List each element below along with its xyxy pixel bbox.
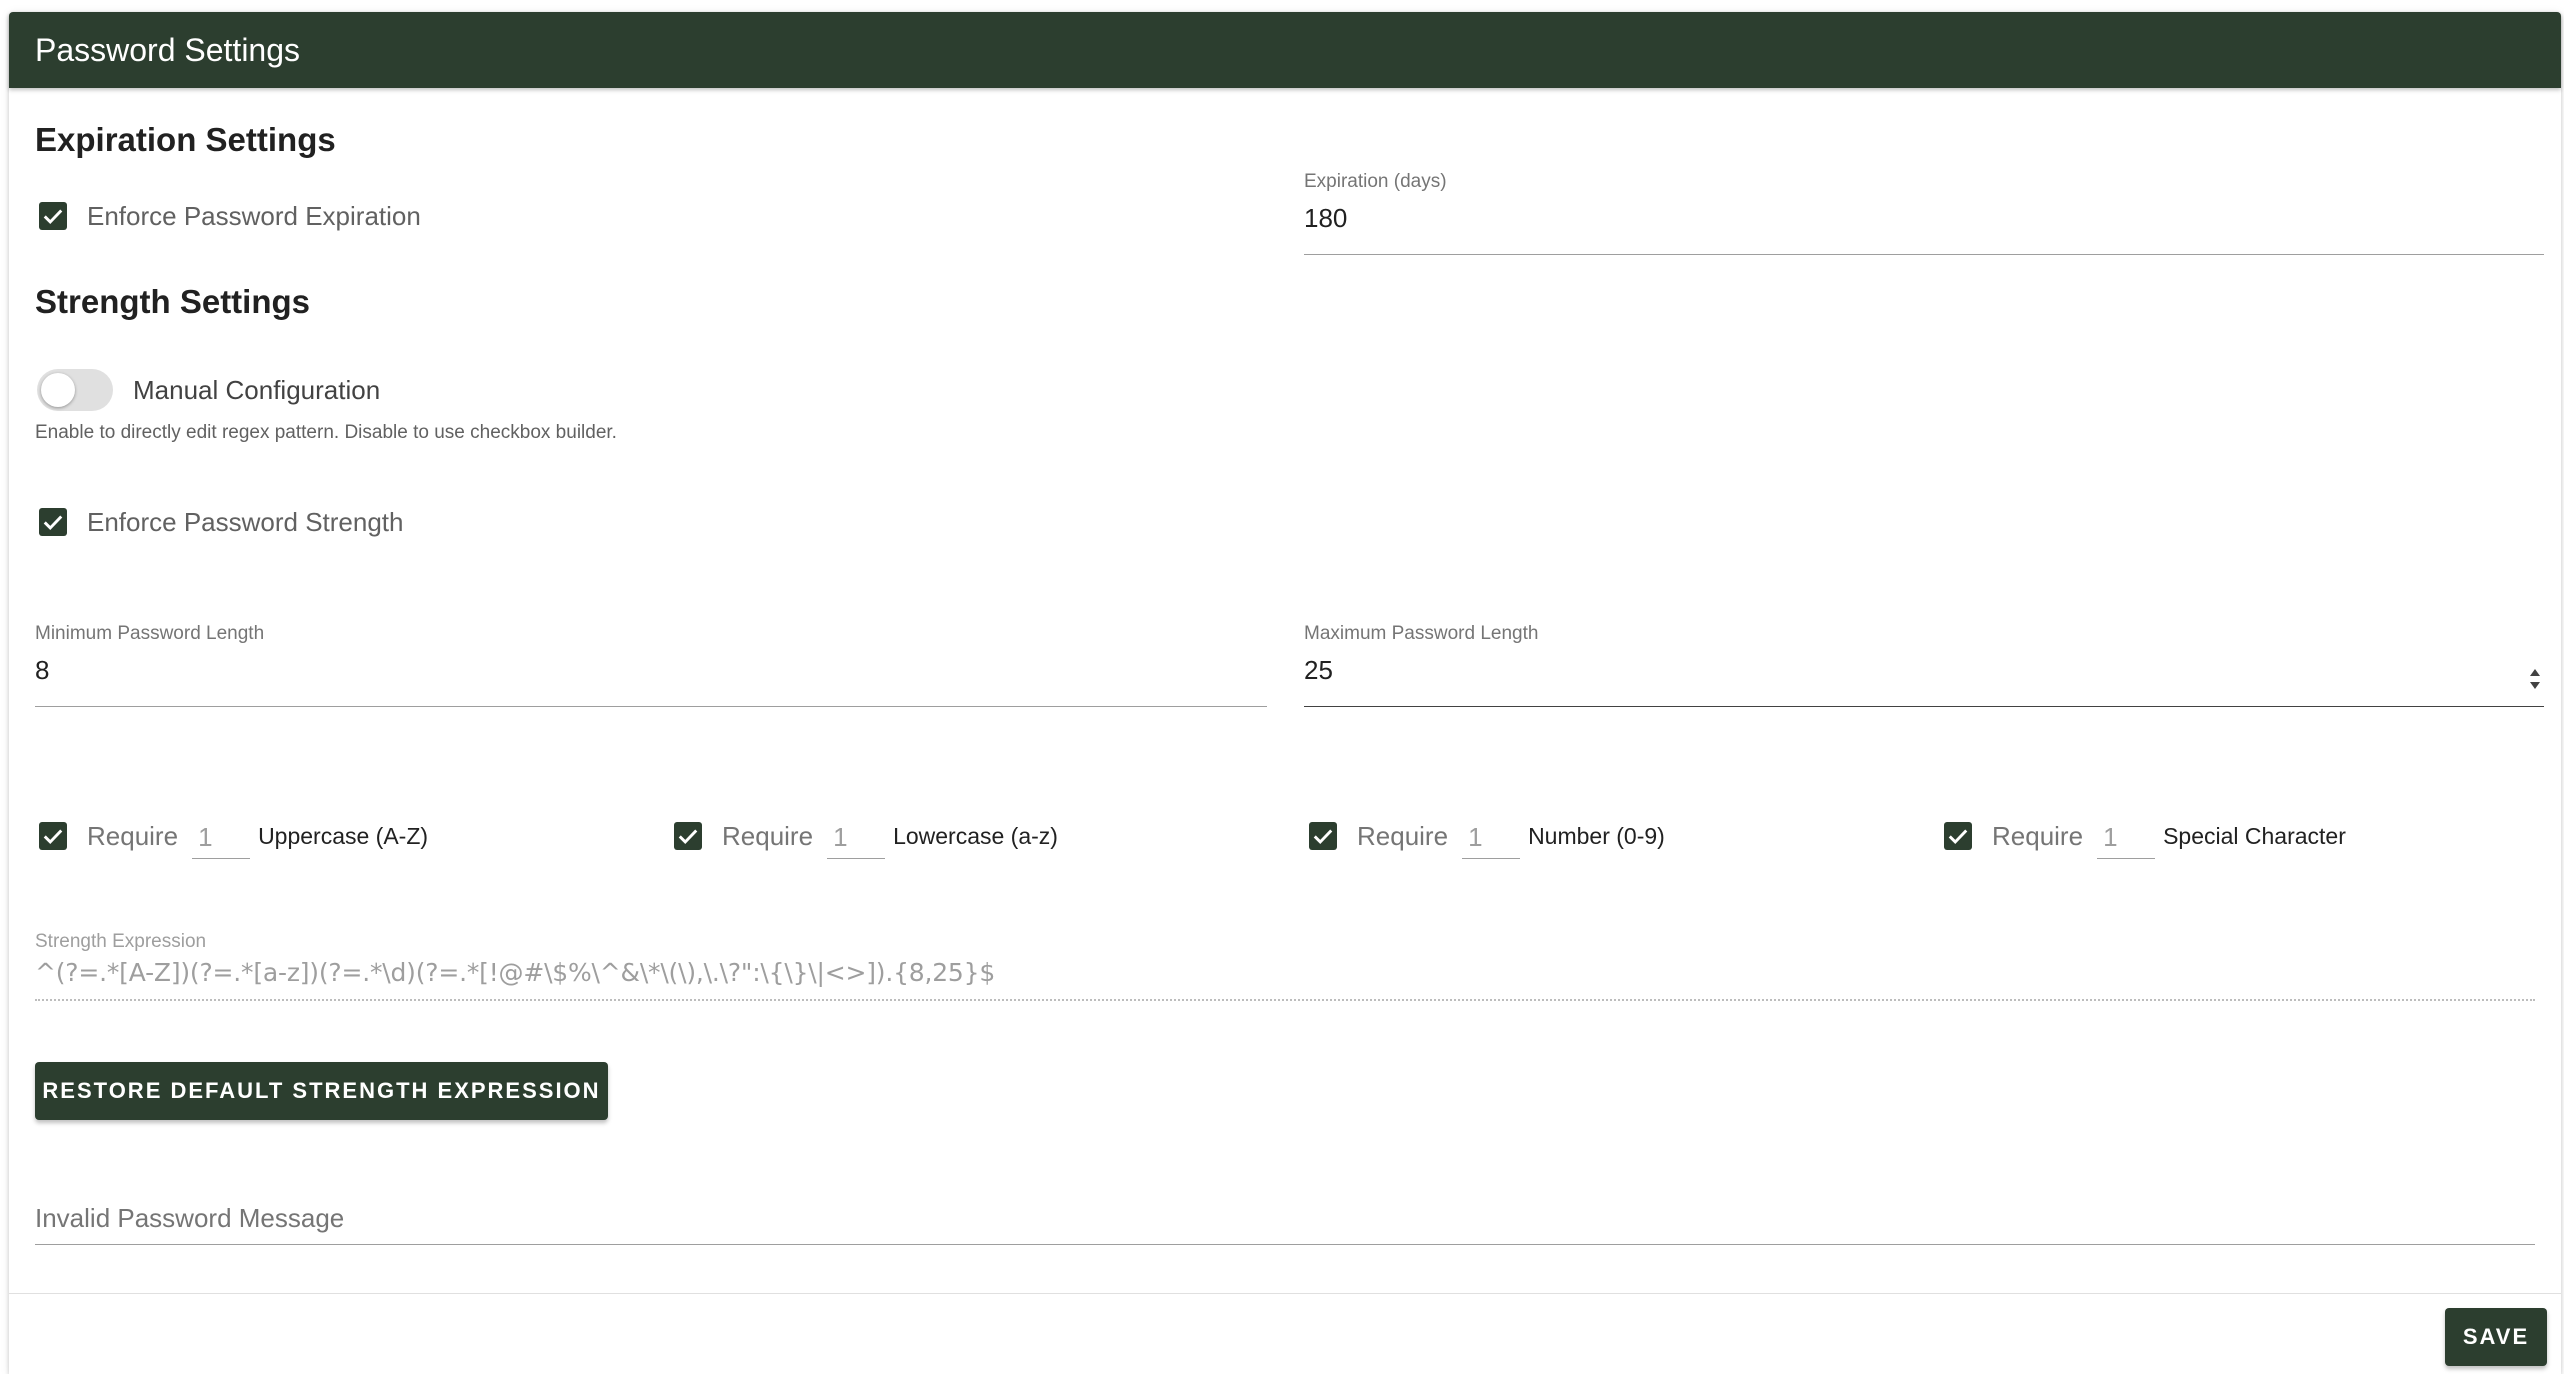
require-number-checkbox[interactable] <box>1309 822 1337 850</box>
min-length-underline <box>35 706 1267 707</box>
require-label: Require <box>722 821 814 851</box>
check-icon <box>678 829 698 845</box>
check-icon <box>43 515 63 531</box>
check-icon <box>1313 829 1333 845</box>
invalid-message-underline <box>35 1244 2535 1245</box>
special-count-input[interactable]: 1 <box>2097 813 2156 859</box>
strength-expression-label: Strength Expression <box>35 931 207 952</box>
enforce-strength-checkbox[interactable] <box>39 508 67 536</box>
check-icon <box>1948 829 1968 845</box>
strength-section-title: Strength Settings <box>35 283 311 320</box>
require-label: Require <box>87 821 179 851</box>
manual-configuration-hint: Enable to directly edit regex pattern. D… <box>35 422 617 443</box>
expiration-section-title: Expiration Settings <box>35 121 336 158</box>
require-label: Require <box>1357 821 1449 851</box>
require-uppercase-checkbox[interactable] <box>39 822 67 850</box>
check-icon <box>43 209 63 225</box>
strength-expression-input: ^(?=.*[A-Z])(?=.*[a-z])(?=.*\d)(?=.*[!@#… <box>35 958 996 987</box>
special-type-label: Special Character <box>2163 823 2346 849</box>
max-length-field[interactable]: Maximum Password Length 25 <box>1304 622 2544 708</box>
spin-arrows-icon[interactable] <box>2528 664 2542 694</box>
enforce-expiration-checkbox-row[interactable]: Enforce Password Expiration <box>39 200 421 232</box>
enforce-expiration-label: Enforce Password Expiration <box>87 201 421 231</box>
number-type-label: Number (0-9) <box>1528 823 1665 849</box>
require-lowercase-group: Require 1 Lowercase (a-z) <box>674 812 1058 860</box>
require-number-group: Require 1 Number (0-9) <box>1309 812 1665 860</box>
require-label: Require <box>1992 821 2084 851</box>
require-special-checkbox[interactable] <box>1944 822 1972 850</box>
manual-configuration-label: Manual Configuration <box>133 375 381 405</box>
toggle-knob <box>41 373 75 407</box>
expiration-days-input[interactable]: 180 <box>1304 200 2544 236</box>
save-button[interactable]: SAVE <box>2445 1308 2547 1366</box>
max-length-input[interactable]: 25 <box>1304 652 2544 688</box>
max-length-underline <box>1304 706 2544 707</box>
uppercase-type-label: Uppercase (A-Z) <box>258 823 429 849</box>
require-lowercase-checkbox[interactable] <box>674 822 702 850</box>
max-length-label: Maximum Password Length <box>1304 623 1539 644</box>
card-header: Password Settings <box>9 12 2561 88</box>
min-length-label: Minimum Password Length <box>35 623 265 644</box>
min-length-input[interactable]: 8 <box>35 652 1267 688</box>
page-title: Password Settings <box>35 32 301 68</box>
min-length-field[interactable]: Minimum Password Length 8 <box>35 622 1267 708</box>
expiration-days-underline <box>1304 254 2544 255</box>
require-special-group: Require 1 Special Character <box>1944 812 2346 860</box>
expiration-days-field[interactable]: Expiration (days) 180 <box>1304 170 2544 256</box>
enforce-strength-checkbox-row[interactable]: Enforce Password Strength <box>39 506 404 538</box>
manual-configuration-toggle[interactable] <box>37 369 113 411</box>
special-count-value: 1 <box>2103 822 2118 852</box>
enforce-expiration-checkbox[interactable] <box>39 202 67 230</box>
footer-divider <box>9 1293 2561 1294</box>
expiration-days-label: Expiration (days) <box>1304 171 1447 192</box>
invalid-message-input[interactable]: Invalid Password Message <box>35 1201 344 1235</box>
require-uppercase-group: Require 1 Uppercase (A-Z) <box>39 812 428 860</box>
strength-expression-underline <box>35 999 2535 1001</box>
number-count-value: 1 <box>1468 822 1483 852</box>
uppercase-count-value: 1 <box>198 822 213 852</box>
check-icon <box>43 829 63 845</box>
number-count-input[interactable]: 1 <box>1462 813 1521 859</box>
lowercase-type-label: Lowercase (a-z) <box>893 823 1058 849</box>
restore-default-expression-button[interactable]: RESTORE DEFAULT STRENGTH EXPRESSION <box>35 1062 608 1120</box>
lowercase-count-input[interactable]: 1 <box>827 813 886 859</box>
uppercase-count-input[interactable]: 1 <box>192 813 251 859</box>
password-settings-card: Password Settings Expiration Settings En… <box>9 12 2561 1374</box>
lowercase-count-value: 1 <box>833 822 848 852</box>
enforce-strength-label: Enforce Password Strength <box>87 507 404 537</box>
